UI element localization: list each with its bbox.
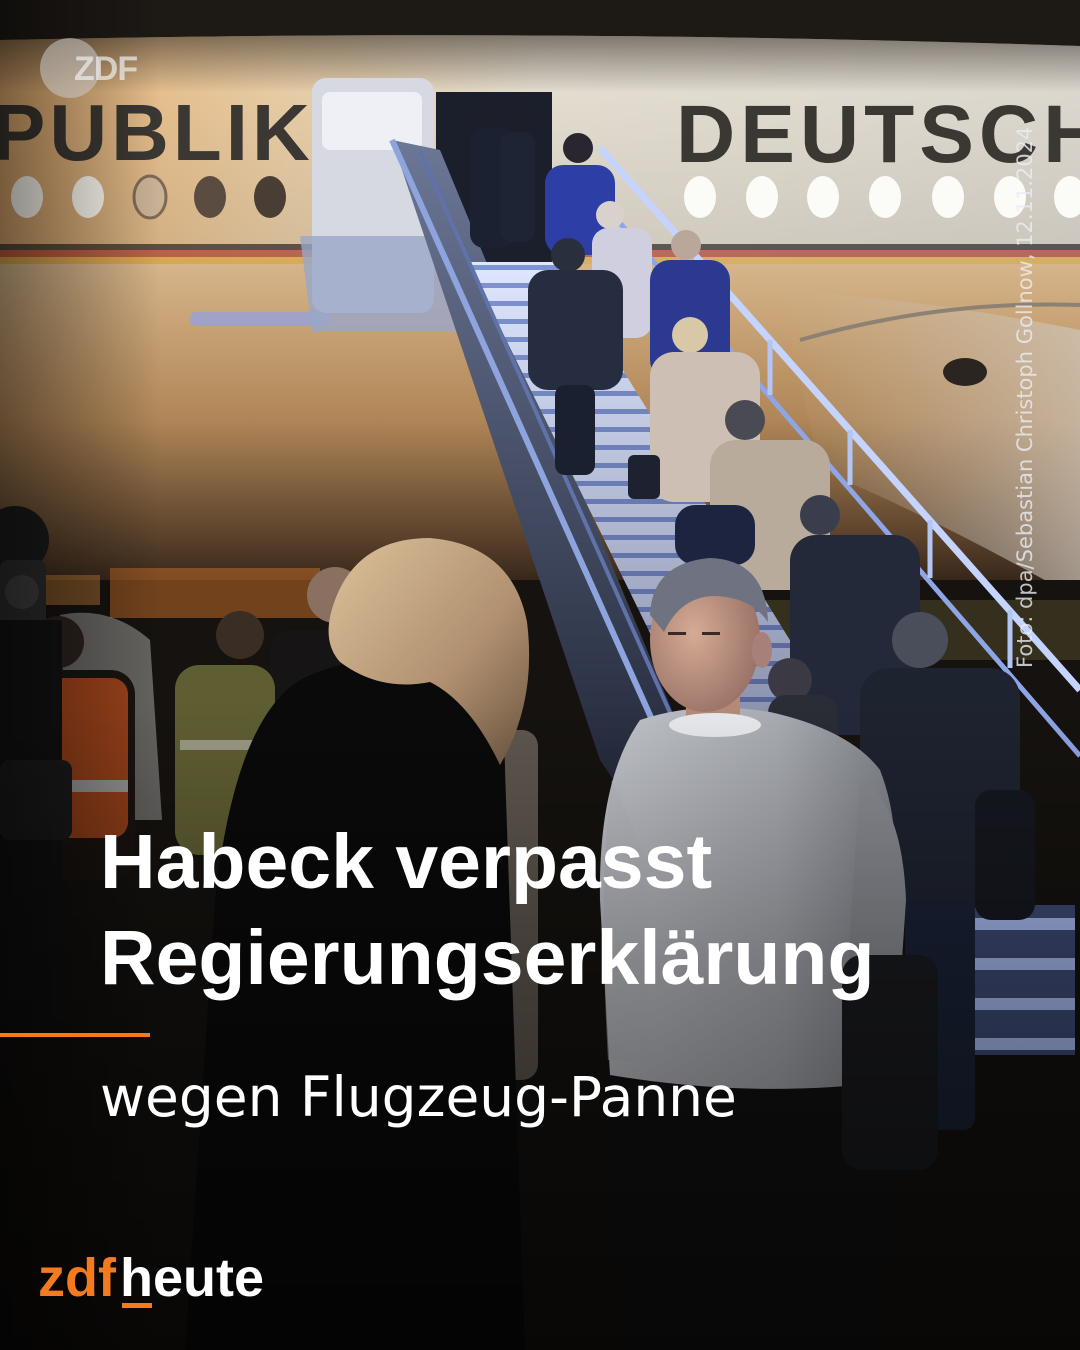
headline: Habeck verpasst Regierungserklärung xyxy=(100,814,1000,1006)
zdfheute-logo-zdf: zdf xyxy=(38,1248,116,1308)
photo-credit: Foto: dpa/Sebastian Christoph Gollnow, 1… xyxy=(1013,126,1037,668)
aircraft-door-window xyxy=(322,92,422,150)
zdfheute-logo-underline xyxy=(122,1303,152,1308)
headline-line-2: Regierungserklärung xyxy=(100,915,875,1001)
accent-divider xyxy=(0,1033,150,1037)
zdfheute-logo-heute: heute xyxy=(119,1248,264,1308)
fuselage-highlight xyxy=(190,312,330,326)
headline-line-1: Habeck verpasst xyxy=(100,819,713,905)
subheadline: wegen Flugzeug-Panne xyxy=(100,1065,737,1129)
photo-background: PUBLIK DEUTSCH xyxy=(0,0,1080,1350)
zdf-logo-top: ZDF xyxy=(40,38,150,100)
zdf-logo-letters: ZDF xyxy=(74,50,138,88)
zdfheute-logo: zdfheute xyxy=(38,1248,264,1308)
engine-inlet xyxy=(943,358,987,386)
